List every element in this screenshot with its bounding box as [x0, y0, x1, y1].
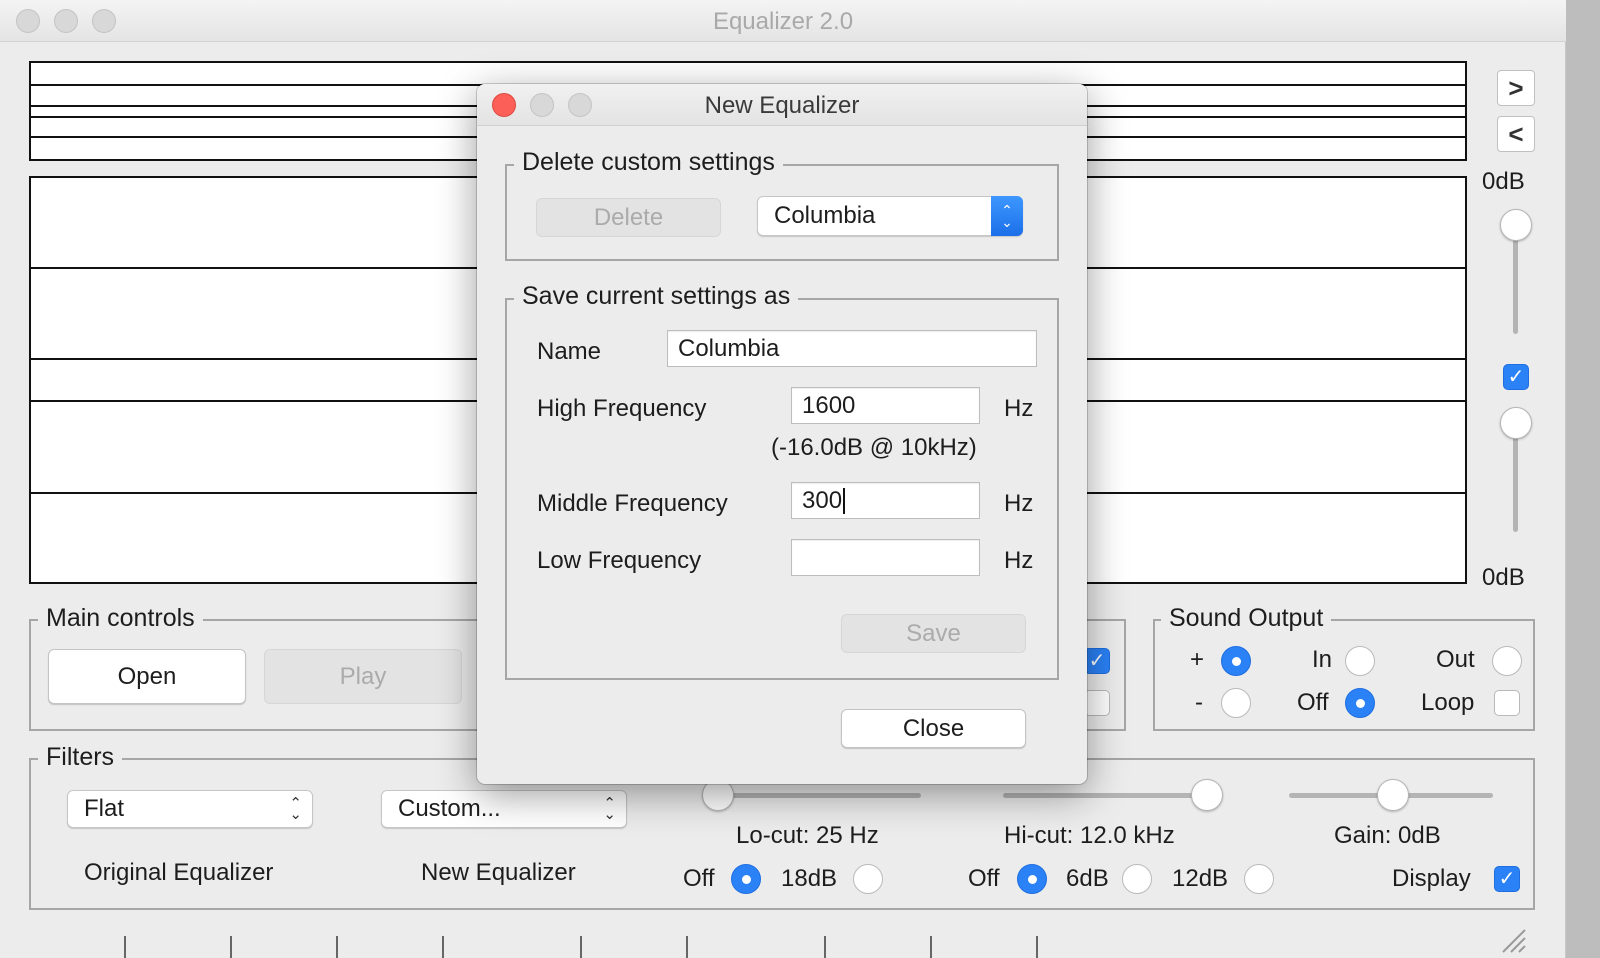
custom-settings-select[interactable]: Columbia ⌃ ⌄	[757, 196, 1023, 236]
low-frequency-field[interactable]	[791, 539, 980, 576]
option-checkbox-2[interactable]	[1084, 690, 1110, 716]
filters-legend: Filters	[38, 742, 123, 772]
option-checkbox-1[interactable]: ✓	[1084, 648, 1110, 674]
new-equalizer-label: New Equalizer	[421, 859, 576, 886]
locut-off-radio[interactable]	[731, 864, 761, 894]
custom-settings-value: Columbia	[774, 202, 876, 229]
save-button[interactable]: Save	[841, 614, 1026, 653]
hicut-off-radio[interactable]	[1017, 864, 1047, 894]
ruler-tick	[336, 936, 338, 958]
ruler-tick	[442, 936, 444, 958]
hicut-off-label: Off	[968, 865, 1000, 892]
off-radio[interactable]	[1345, 688, 1375, 718]
locut-18db-label: 18dB	[781, 865, 838, 892]
in-radio[interactable]	[1345, 646, 1375, 676]
gain-slider-knob[interactable]	[1377, 779, 1409, 811]
original-equalizer-label: Original Equalizer	[84, 859, 274, 886]
ruler-tick	[580, 936, 582, 958]
plus-label: +	[1190, 646, 1205, 673]
out-label: Out	[1436, 646, 1475, 673]
loop-label: Loop	[1421, 689, 1475, 716]
sound-output-group	[1153, 619, 1535, 731]
off-label: Off	[1297, 689, 1329, 716]
volume-slider-knob-bottom[interactable]	[1500, 407, 1532, 439]
name-label: Name	[537, 338, 602, 365]
ruler-tick	[686, 936, 688, 958]
high-frequency-label: High Frequency	[537, 395, 707, 422]
ruler-tick	[124, 936, 126, 958]
dialog-title-bar: New Equalizer	[477, 84, 1087, 126]
low-frequency-label: Low Frequency	[537, 547, 702, 574]
loop-checkbox[interactable]	[1494, 690, 1520, 716]
link-sliders-checkbox[interactable]: ✓	[1503, 364, 1529, 390]
hicut-label: Hi-cut: 12.0 kHz	[1004, 822, 1175, 849]
low-frequency-unit: Hz	[1004, 547, 1034, 574]
new-equalizer-select[interactable]: Custom... ⌃ ⌄	[381, 790, 627, 828]
previous-button[interactable]: <	[1497, 116, 1535, 152]
ruler-tick	[824, 936, 826, 958]
display-checkbox[interactable]: ✓	[1494, 866, 1520, 892]
volume-slider-knob-top[interactable]	[1500, 209, 1532, 241]
ruler-tick	[230, 936, 232, 958]
dialog-title: New Equalizer	[704, 92, 860, 119]
new-equalizer-dialog: New Equalizer Delete custom settings Del…	[477, 84, 1087, 784]
next-button[interactable]: >	[1497, 70, 1535, 106]
bottom-db-label: 0dB	[1482, 564, 1525, 591]
locut-label: Lo-cut: 25 Hz	[736, 822, 879, 849]
middle-frequency-value: 300	[802, 486, 843, 514]
save-settings-legend: Save current settings as	[514, 281, 799, 311]
title-bar: Equalizer 2.0	[0, 0, 1566, 42]
hicut-12db-label: 12dB	[1172, 865, 1229, 892]
chevron-updown-icon: ⌃ ⌄	[289, 795, 302, 823]
sound-output-legend: Sound Output	[1161, 603, 1332, 633]
out-radio[interactable]	[1492, 646, 1522, 676]
chevron-updown-icon: ⌃ ⌄	[991, 196, 1023, 236]
ruler-tick	[930, 936, 932, 958]
locut-off-label: Off	[683, 865, 715, 892]
high-frequency-note: (-16.0dB @ 10kHz)	[771, 434, 977, 461]
main-controls-legend: Main controls	[38, 603, 203, 633]
hicut-6db-label: 6dB	[1066, 865, 1109, 892]
close-button[interactable]: Close	[841, 709, 1026, 748]
display-label: Display	[1392, 865, 1471, 892]
hicut-slider-knob[interactable]	[1191, 779, 1223, 811]
new-equalizer-value: Custom...	[398, 795, 501, 822]
open-button[interactable]: Open	[48, 649, 246, 704]
minus-radio[interactable]	[1221, 688, 1251, 718]
original-equalizer-select[interactable]: Flat ⌃ ⌄	[67, 790, 313, 828]
delete-button[interactable]: Delete	[536, 198, 721, 237]
middle-frequency-unit: Hz	[1004, 490, 1034, 517]
chevron-updown-icon: ⌃ ⌄	[603, 795, 616, 823]
ruler-tick	[1036, 936, 1038, 958]
top-db-label: 0dB	[1482, 168, 1525, 195]
play-button[interactable]: Play	[264, 649, 462, 704]
middle-frequency-field[interactable]: 300	[791, 482, 980, 519]
window-title: Equalizer 2.0	[712, 8, 854, 35]
text-cursor	[843, 487, 846, 514]
locut-18db-radio[interactable]	[853, 864, 883, 894]
locut-slider-track[interactable]	[703, 793, 921, 798]
name-field[interactable]: Columbia	[667, 330, 1037, 367]
hicut-6db-radio[interactable]	[1122, 864, 1152, 894]
gain-label: Gain: 0dB	[1334, 822, 1441, 849]
delete-settings-legend: Delete custom settings	[514, 147, 783, 177]
resize-grip-icon[interactable]	[1497, 924, 1527, 954]
high-frequency-field[interactable]: 1600	[791, 387, 980, 424]
in-label: In	[1312, 646, 1333, 673]
middle-frequency-label: Middle Frequency	[537, 490, 728, 517]
plus-radio[interactable]	[1221, 646, 1251, 676]
minus-label: -	[1195, 689, 1203, 716]
original-equalizer-value: Flat	[84, 795, 125, 822]
hicut-12db-radio[interactable]	[1244, 864, 1274, 894]
hicut-slider-track[interactable]	[1003, 793, 1221, 798]
high-frequency-unit: Hz	[1004, 395, 1034, 422]
